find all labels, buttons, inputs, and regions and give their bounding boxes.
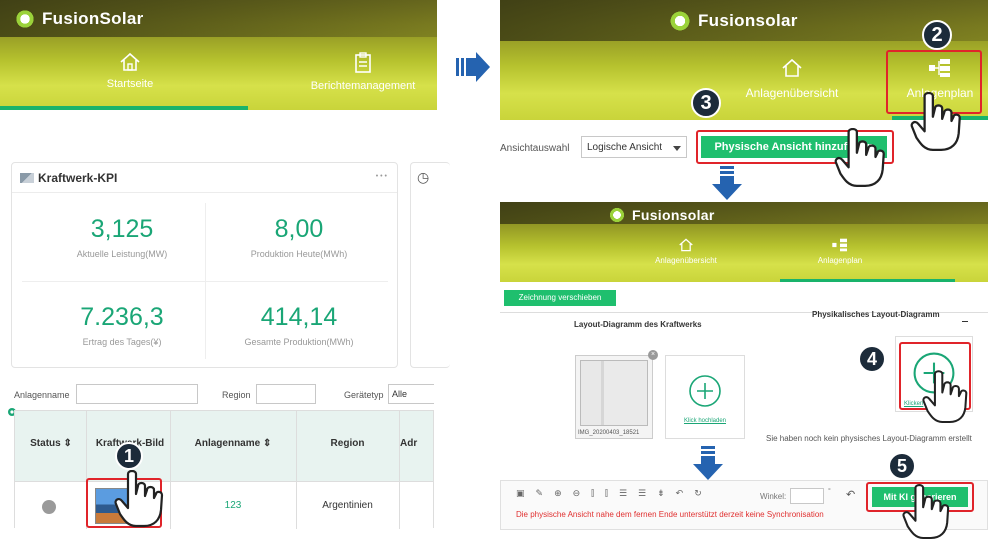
chevron-down-icon <box>673 146 681 151</box>
kpi-current-power-label: Aktuelle Leistung(MW) <box>76 249 168 259</box>
uploaded-image-name: IMG_20200403_18521 <box>578 430 640 436</box>
align-bottom-icon[interactable]: ☰ <box>638 489 646 503</box>
region-input[interactable] <box>256 384 316 404</box>
report-icon <box>355 52 371 73</box>
move-drawing-button[interactable]: Zeichnung verschieben <box>504 290 616 306</box>
step-badge-5: 5 <box>888 452 916 480</box>
zoom-in-icon[interactable]: ⊕ <box>554 489 562 503</box>
angle-label: Winkel: <box>760 492 787 501</box>
rb-app-header: Fusionsolar Anlagenübersicht Anlagenplan <box>500 202 988 282</box>
kpi-production-today-label: Produktion Heute(MWh) <box>250 249 348 259</box>
left-app-header: FusionSolar Startseite Berichtemanagemen… <box>0 0 437 110</box>
sun-logo-icon <box>608 206 626 224</box>
step-badge-4: 4 <box>858 345 886 373</box>
th-region: Region <box>330 438 365 449</box>
plant-name-cell[interactable]: 123 <box>170 500 296 511</box>
kpi-yield-today-value: 7.236,3 <box>80 303 164 331</box>
more-options-icon[interactable]: • • • <box>376 173 387 180</box>
hand-pointer-icon <box>114 470 164 528</box>
sun-logo-icon <box>668 9 692 33</box>
kpi-current-power-value: 3,125 <box>90 215 154 243</box>
brand-logo: Fusionsolar <box>668 9 798 33</box>
angle-input[interactable] <box>790 488 824 504</box>
layout-plan-icon <box>832 238 847 252</box>
view-select[interactable]: Logische Ansicht <box>581 136 687 158</box>
layout-diagram-title: Layout-Diagramm des Kraftwerks <box>574 320 702 329</box>
kpi-total-production-value: 414,14 <box>260 303 338 331</box>
home-icon <box>679 238 693 252</box>
status-dot <box>42 500 56 514</box>
step-badge-3: 3 <box>691 88 721 118</box>
device-type-select[interactable]: Alle <box>388 384 434 404</box>
sync-warning-message: Die physische Ansicht nahe dem fernen En… <box>516 510 824 519</box>
flow-arrow-right-icon <box>456 52 490 82</box>
nav-active-indicator <box>780 279 955 282</box>
hand-pointer-icon <box>834 128 885 188</box>
neighbor-card: ◷ <box>410 162 450 368</box>
angle-unit-icon: ° <box>828 488 831 495</box>
editor-toolbar: ▣ ✎ ⊕ ⊖ ⫿ ⫿ ☰ ☰ ⇟ ↶ ↻ <box>516 489 746 503</box>
kpi-production-today-value: 8,00 <box>274 215 324 243</box>
step-badge-1: 1 <box>115 442 143 470</box>
plant-kpi-icon <box>20 173 34 183</box>
flow-arrow-down-icon <box>693 446 723 480</box>
kpi-yield-today-label: Ertrag des Tages(¥) <box>82 337 162 347</box>
uploaded-image-card[interactable]: IMG_20200403_18521 <box>575 355 653 439</box>
brand-logo: FusionSolar <box>14 8 144 30</box>
region-cell: Argentinien <box>322 500 373 511</box>
sun-logo-icon <box>14 8 36 30</box>
align-left-icon[interactable]: ⫿ <box>591 489 594 503</box>
th-address: Adr <box>400 438 418 449</box>
distribute-icon[interactable]: ⇟ <box>657 489 665 503</box>
kpi-card-header: Kraftwerk-KPI • • • <box>12 163 397 193</box>
plant-name-label: Anlagenname <box>14 390 70 400</box>
hand-pointer-icon <box>922 370 968 424</box>
nav-home[interactable]: Startseite <box>60 52 200 90</box>
save-icon[interactable]: ▣ <box>516 489 525 503</box>
nav-layout-plan[interactable]: Anlagenplan <box>780 238 900 265</box>
nav-reports[interactable]: Berichtemanagement <box>288 52 437 92</box>
home-icon <box>782 58 802 77</box>
physical-layout-title: Physikalisches Layout-Diagramm <box>812 310 940 319</box>
nav-active-indicator <box>0 106 248 110</box>
upload-link[interactable]: Klick hochladen <box>666 418 744 424</box>
clock-icon: ◷ <box>417 169 430 185</box>
view-select-label: Ansichtauswahl <box>500 143 570 154</box>
no-physical-layout-message: Sie haben noch kein physisches Layout-Di… <box>766 434 972 443</box>
eraser-icon[interactable]: ✎ <box>536 489 544 503</box>
undo-icon[interactable]: ↶ <box>676 489 684 503</box>
nav-overview[interactable]: Anlagenübersicht <box>722 58 862 100</box>
upload-card[interactable]: Klick hochladen <box>665 355 745 439</box>
title-dash <box>962 321 968 322</box>
nav-overview[interactable]: Anlagenübersicht <box>636 238 736 265</box>
rotate-icon[interactable]: ↶ <box>846 488 855 501</box>
step-badge-2: 2 <box>922 20 952 50</box>
plus-circle-icon <box>689 375 721 407</box>
align-top-icon[interactable]: ☰ <box>619 489 627 503</box>
remove-image-icon[interactable]: × <box>648 350 658 360</box>
th-status[interactable]: Status ⇕ <box>16 438 86 449</box>
flow-arrow-down-icon <box>712 166 742 200</box>
align-right-icon[interactable]: ⫿ <box>605 489 608 503</box>
device-type-label: Gerätetyp <box>344 390 384 400</box>
th-plant-name[interactable]: Anlagenname ⇕ <box>170 438 296 449</box>
home-icon <box>120 52 140 71</box>
kpi-divider-h <box>22 281 388 282</box>
hand-pointer-icon <box>910 92 961 152</box>
region-label: Region <box>222 390 251 400</box>
zoom-out-icon[interactable]: ⊖ <box>573 489 581 503</box>
kpi-card-title: Kraftwerk-KPI <box>38 171 118 185</box>
kpi-total-production-label: Gesamte Produktion(MWh) <box>244 337 354 347</box>
uploaded-image-preview <box>580 360 648 426</box>
brand-logo: Fusionsolar <box>608 206 715 224</box>
kpi-card: Kraftwerk-KPI • • • 3,125 Aktuelle Leist… <box>11 162 398 368</box>
redo-icon[interactable]: ↻ <box>694 489 702 503</box>
plant-name-input[interactable] <box>76 384 198 404</box>
hand-pointer-icon <box>902 484 950 540</box>
